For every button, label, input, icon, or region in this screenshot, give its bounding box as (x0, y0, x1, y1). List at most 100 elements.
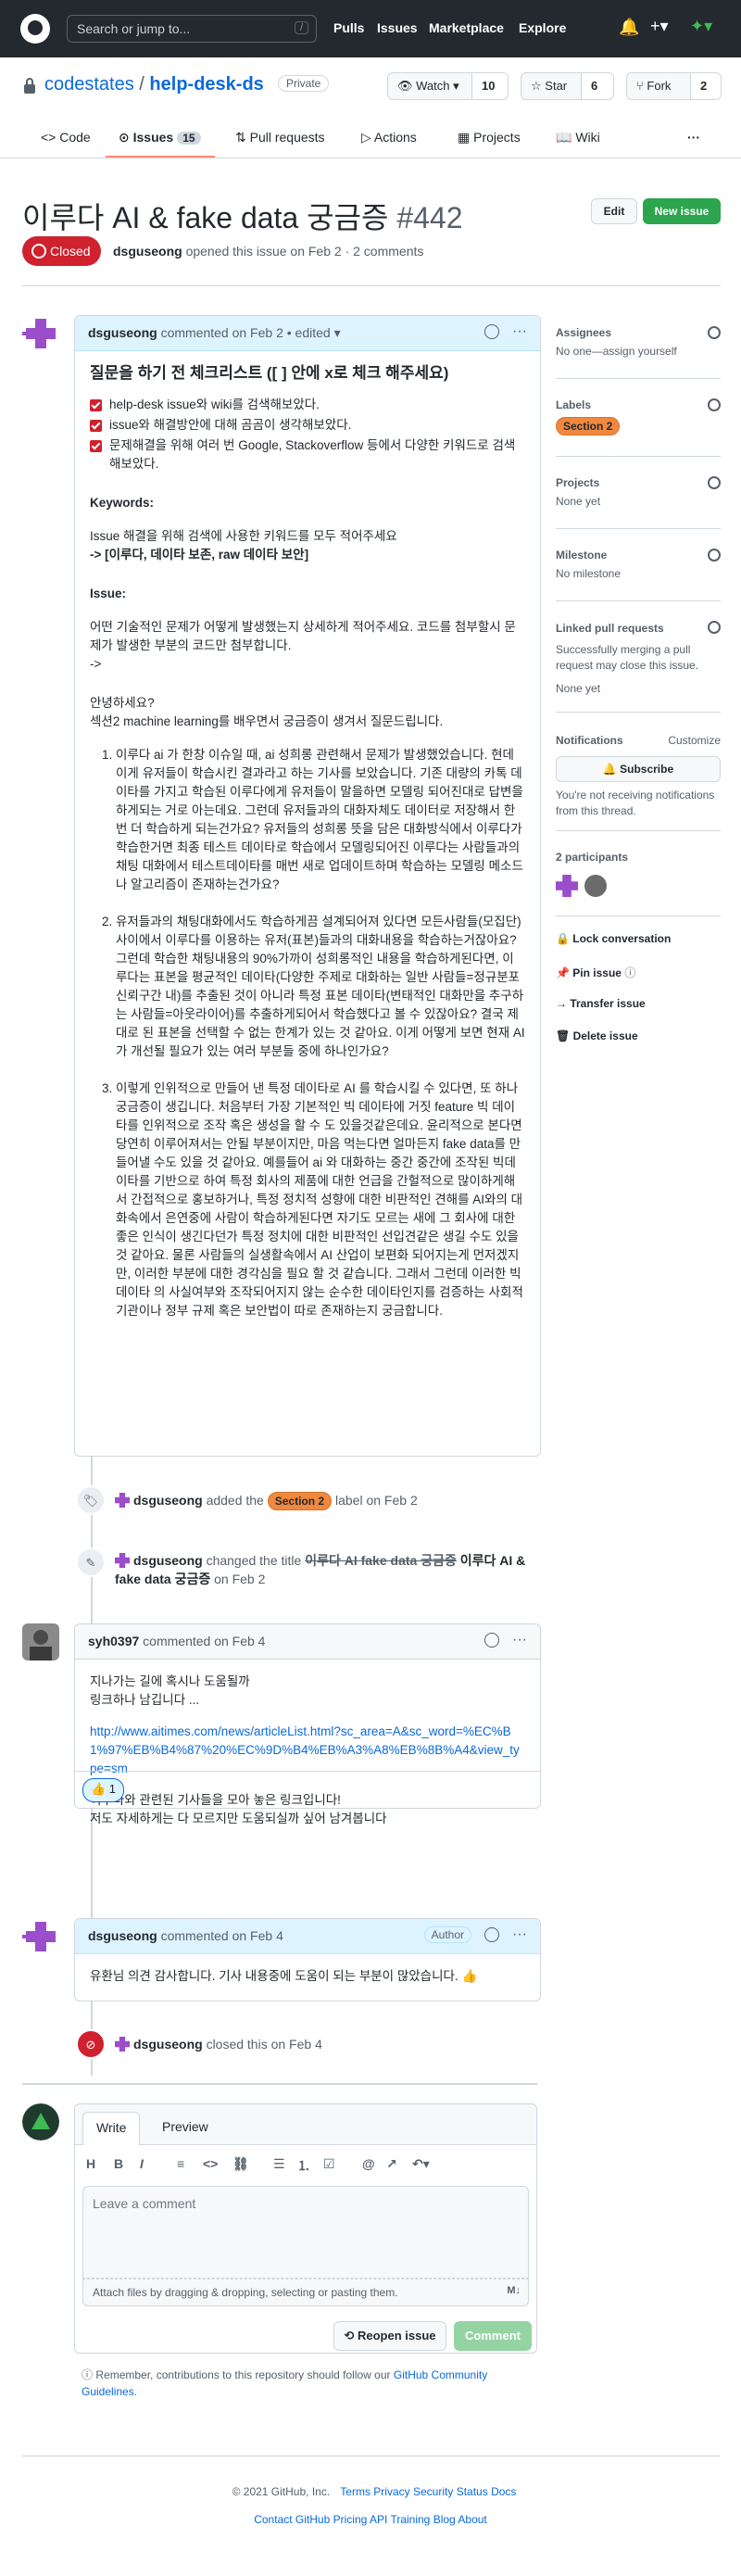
comment-meta[interactable]: commented on Feb 4 (161, 1928, 283, 1943)
gear-icon[interactable] (708, 398, 721, 411)
bulleted-list-icon[interactable]: ☰ (273, 2156, 285, 2172)
gear-icon[interactable] (708, 549, 721, 562)
comment-author-link[interactable]: dsguseong (88, 1928, 157, 1943)
nav-explore[interactable]: Explore (519, 20, 566, 35)
gear-icon[interactable] (708, 476, 721, 489)
user-avatar-icon[interactable]: ✦▾ (690, 17, 712, 36)
footer-link-training[interactable]: Training (390, 2513, 430, 2526)
tab-wiki[interactable]: 📖 Wiki (556, 130, 600, 145)
tab-write[interactable]: Write (82, 2112, 141, 2145)
heading-icon[interactable]: H (86, 2156, 95, 2171)
avatar-syh0397[interactable] (22, 1623, 59, 1661)
participant-avatar[interactable] (584, 875, 608, 897)
participant-avatar[interactable] (556, 875, 578, 897)
footer-link-about[interactable]: About (458, 2513, 486, 2526)
star-button[interactable]: ☆ Star (521, 72, 582, 100)
watch-count[interactable]: 10 (471, 72, 509, 100)
quote-icon[interactable]: ≡ (177, 2156, 184, 2171)
comment-author-link[interactable]: dsguseong (88, 325, 157, 340)
reference-icon[interactable]: ↗ (386, 2156, 397, 2172)
transfer-issue-action[interactable]: → Transfer issue (556, 997, 646, 1010)
event-actor-link[interactable]: dsguseong (133, 1553, 203, 1568)
avatar-dsguseong[interactable] (22, 315, 59, 352)
mini-avatar[interactable] (115, 2037, 130, 2052)
footer-link-api[interactable]: API (370, 2513, 387, 2526)
reopen-issue-button[interactable]: ⟲ Reopen issue (333, 2321, 446, 2351)
numbered-list-icon[interactable]: ⒈ (297, 2156, 310, 2175)
assignees-value[interactable]: No one—assign yourself (556, 345, 721, 358)
repo-owner-link[interactable]: codestates (44, 74, 134, 95)
comment-button[interactable]: Comment (454, 2321, 532, 2351)
gear-icon[interactable] (708, 621, 721, 634)
nav-marketplace[interactable]: Marketplace (429, 20, 504, 35)
plus-icon[interactable]: +▾ (650, 17, 669, 36)
label-section-2[interactable]: Section 2 (267, 1492, 333, 1510)
footer-link-privacy[interactable]: Privacy (373, 2485, 409, 2498)
star-count[interactable]: 6 (581, 72, 614, 100)
subscribe-button[interactable]: 🔔 Subscribe (556, 756, 721, 782)
add-reaction-icon[interactable] (484, 324, 499, 339)
checked-checkbox-icon[interactable] (90, 399, 102, 411)
edit-title-button[interactable]: Edit (591, 198, 637, 224)
bold-icon[interactable]: B (114, 2156, 123, 2171)
article-link[interactable]: http://www.aitimes.com/news/articleList.… (90, 1724, 520, 1775)
tab-issues[interactable]: ⊙ Issues 15 (119, 130, 201, 145)
add-reaction-icon[interactable] (484, 1633, 499, 1648)
avatar-dsguseong[interactable] (22, 1918, 59, 1955)
code-icon[interactable]: <> (203, 2156, 218, 2171)
footer-link-status[interactable]: Status (457, 2485, 488, 2498)
lock-conversation-action[interactable]: 🔒 Lock conversation (556, 932, 671, 945)
italic-icon[interactable]: I (140, 2156, 144, 2171)
pin-issue-action[interactable]: 📌 Pin issue ⓘ (556, 965, 635, 980)
footer-link-docs[interactable]: Docs (491, 2485, 516, 2498)
comment-meta[interactable]: commented on Feb 4 (143, 1634, 265, 1648)
footer-link-security[interactable]: Security (413, 2485, 453, 2498)
event-actor-link[interactable]: dsguseong (133, 1493, 203, 1508)
fork-count[interactable]: 2 (690, 72, 722, 100)
nav-pulls[interactable]: Pulls (333, 20, 364, 35)
issue-author-link[interactable]: dsguseong (113, 244, 182, 259)
footer-link-blog[interactable]: Blog (433, 2513, 456, 2526)
kebab-menu-icon[interactable]: ··· (512, 1632, 527, 1648)
footer-link-terms[interactable]: Terms (340, 2485, 370, 2498)
tab-code[interactable]: <> Code (41, 130, 91, 145)
label-section-2[interactable]: Section 2 (556, 417, 621, 436)
mention-icon[interactable]: @ (362, 2156, 375, 2171)
nav-issues[interactable]: Issues (377, 20, 418, 35)
repo-name-link[interactable]: help-desk-ds (149, 74, 263, 95)
comment-textarea[interactable]: Leave a comment (82, 2186, 529, 2279)
saved-reply-icon[interactable]: ↶▾ (412, 2156, 430, 2172)
kebab-menu-icon[interactable]: ··· (512, 323, 527, 340)
gear-icon[interactable] (708, 326, 721, 339)
github-logo-icon[interactable] (20, 14, 50, 44)
link-icon[interactable]: ⛓ (232, 2156, 249, 2172)
current-user-avatar[interactable] (22, 2103, 59, 2140)
bell-icon[interactable]: 🔔 (619, 18, 639, 37)
add-reaction-icon[interactable] (484, 1927, 499, 1942)
tab-actions[interactable]: ▷ Actions (361, 130, 417, 145)
footer-link-contact[interactable]: Contact GitHub (254, 2513, 330, 2526)
tab-projects[interactable]: ▦ Projects (458, 130, 521, 145)
kebab-menu-icon[interactable]: ··· (512, 1926, 527, 1943)
mini-avatar[interactable] (115, 1553, 130, 1568)
tab-more[interactable]: ··· (687, 130, 700, 145)
fork-button[interactable]: ⑂ Fork (626, 72, 691, 100)
new-issue-button[interactable]: New issue (643, 198, 721, 224)
watch-button[interactable]: 👁 Watch ▾ (387, 72, 472, 100)
tab-preview[interactable]: Preview (149, 2112, 221, 2145)
event-actor-link[interactable]: dsguseong (133, 2037, 203, 2052)
delete-issue-action[interactable]: 🗑 Delete issue (556, 1029, 638, 1042)
task-list-icon[interactable]: ☑ (323, 2156, 335, 2172)
mini-avatar[interactable] (115, 1493, 130, 1508)
customize-link[interactable]: Customize (668, 734, 721, 747)
search-input[interactable]: Search or jump to... / (67, 15, 317, 43)
footer-link-pricing[interactable]: Pricing (333, 2513, 368, 2526)
tab-pull-requests[interactable]: ⇅ Pull requests (235, 130, 325, 145)
attach-files-area[interactable]: Attach files by dragging & dropping, sel… (82, 2279, 529, 2306)
comment-meta[interactable]: commented on Feb 2 • edited ▾ (161, 325, 341, 340)
checked-checkbox-icon[interactable] (90, 420, 102, 432)
checked-checkbox-icon[interactable] (90, 440, 102, 452)
thumbs-up-reaction[interactable]: 👍 1 (82, 1778, 125, 1802)
comment-author-link[interactable]: syh0397 (88, 1634, 139, 1648)
repo-separator: / (139, 74, 144, 95)
